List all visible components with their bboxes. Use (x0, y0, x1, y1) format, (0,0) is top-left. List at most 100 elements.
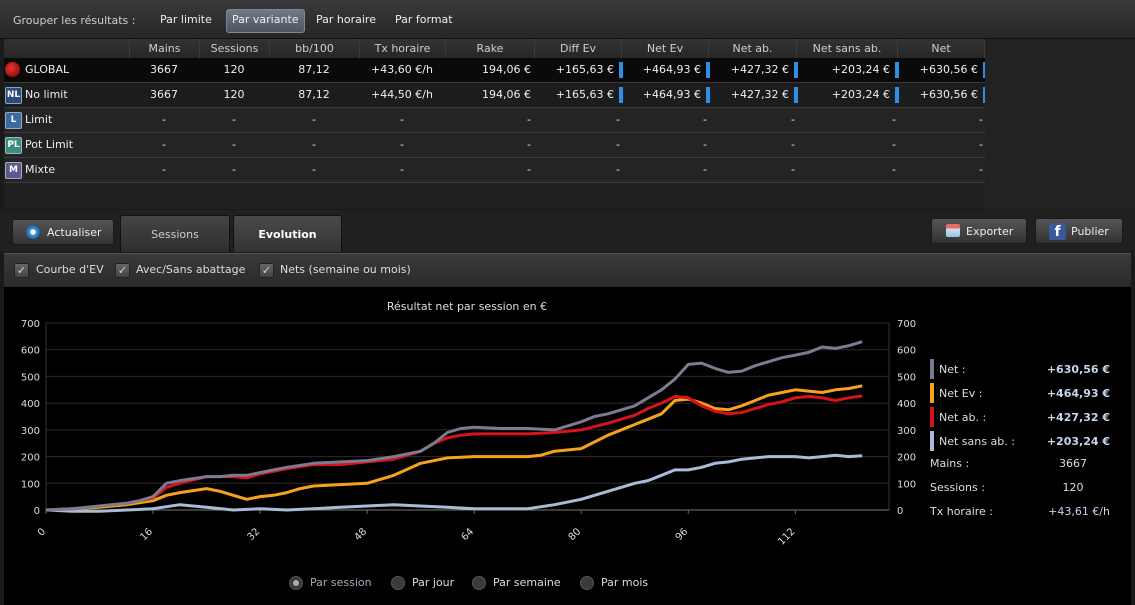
cell-rake: 194,06 € (482, 88, 531, 101)
cell-rake: 194,06 € (482, 63, 531, 76)
cell-bb100: - (312, 113, 316, 126)
legend-item-net: Net : +630,56 € (928, 359, 1128, 383)
ev-curve-label: Courbe d'EV (36, 263, 104, 276)
pot-limit-badge-icon: PL (5, 137, 22, 154)
cell-sessions: - (232, 138, 236, 151)
y-tick-label-left: 600 (21, 346, 40, 357)
cell-tx: - (400, 138, 404, 151)
y-tick-label-right: 200 (897, 453, 916, 464)
row-name: Pot Limit (25, 138, 74, 151)
nets-checkbox[interactable]: ✓ (259, 263, 274, 278)
export-button[interactable]: Exporter (931, 218, 1027, 244)
y-tick-label-left: 100 (21, 479, 40, 490)
cell-rake: - (527, 113, 531, 126)
group-by-limit-button[interactable]: Par limite (155, 9, 217, 31)
cell-mains: 3667 (150, 63, 178, 76)
refresh-icon (26, 225, 40, 239)
radio-par-jour-label[interactable]: Par jour (412, 576, 454, 589)
facebook-icon: f (1049, 223, 1066, 240)
cell-net-ab: +427,32 € (730, 88, 789, 101)
mixte-badge-icon: M (5, 162, 22, 179)
series-line-net (45, 340, 863, 512)
col-rake[interactable]: Rake (445, 39, 534, 58)
cell-net-sans-ab: - (892, 163, 896, 176)
radio-par-session[interactable] (289, 576, 303, 590)
col-net-ev[interactable]: Net Ev (621, 39, 708, 58)
x-tick-label: 48 (352, 526, 369, 543)
tab-sessions[interactable]: Sessions (120, 215, 230, 252)
table-row-pot-limit[interactable]: PL Pot Limit - - - - - - - - - - (4, 133, 985, 158)
stat-sessions: Sessions : 120 (928, 479, 1128, 503)
table-row-mixte[interactable]: M Mixte - - - - - - - - - - (4, 158, 985, 183)
table-empty-area (985, 39, 1135, 209)
tab-toolbar: Actualiser Sessions Evolution Exporter f… (0, 210, 1135, 252)
ev-curve-checkbox[interactable]: ✓ (14, 263, 29, 278)
legend-label: Net ab. : (939, 411, 987, 424)
col-net[interactable]: Net (897, 39, 985, 58)
group-by-hour-button[interactable]: Par horaire (311, 9, 381, 31)
table-row-no-limit[interactable]: NL No limit 3667 120 87,12 +44,50 €/h 19… (4, 83, 987, 108)
cell-tx: +43,60 €/h (371, 63, 433, 76)
group-by-variant-button[interactable]: Par variante (226, 9, 305, 33)
cell-bb100: - (312, 163, 316, 176)
group-by-format-button[interactable]: Par format (390, 9, 458, 31)
limit-badge-icon: L (5, 112, 22, 129)
legend-value: +464,93 € (1046, 387, 1110, 400)
cell-net: - (979, 138, 983, 151)
legend-item-net-ab: Net ab. : +427,32 € (928, 407, 1128, 431)
cell-tx: - (400, 163, 404, 176)
x-tick-label: 80 (567, 526, 584, 543)
radio-par-semaine[interactable] (472, 576, 486, 590)
with-without-checkbox[interactable]: ✓ (115, 263, 130, 278)
results-table: Mains Sessions bb/100 Tx horaire Rake Di… (4, 39, 987, 209)
radio-par-session-label[interactable]: Par session (310, 576, 372, 589)
row-name: Mixte (25, 163, 56, 176)
y-tick-label-right: 700 (897, 319, 916, 330)
cell-net-ab: - (791, 163, 795, 176)
refresh-label: Actualiser (47, 226, 102, 239)
group-bar-label: Grouper les résultats : (13, 14, 136, 27)
nets-label: Nets (semaine ou mois) (280, 263, 411, 276)
col-net-sans-ab[interactable]: Net sans ab. (796, 39, 897, 58)
stat-value: 3667 (1059, 457, 1087, 470)
cell-sessions: - (232, 163, 236, 176)
table-row-global[interactable]: GLOBAL 3667 120 87,12 +43,60 €/h 194,06 … (4, 58, 987, 83)
tab-evolution[interactable]: Evolution (233, 215, 342, 252)
y-tick-label-left: 0 (34, 506, 40, 517)
row-name: GLOBAL (25, 63, 70, 76)
series-line-net-ab- (45, 394, 863, 512)
y-tick-label-right: 600 (897, 346, 916, 357)
legend-item-net-sans-ab: Net sans ab. : +203,24 € (928, 431, 1128, 455)
col-diff-ev[interactable]: Diff Ev (534, 39, 621, 58)
cell-mains: 3667 (150, 88, 178, 101)
radio-par-jour[interactable] (391, 576, 405, 590)
y-tick-label-left: 500 (21, 372, 40, 383)
no-limit-badge-icon: NL (5, 87, 22, 104)
radio-par-semaine-label[interactable]: Par semaine (493, 576, 561, 589)
col-bb100[interactable]: bb/100 (269, 39, 359, 58)
col-tx-horaire[interactable]: Tx horaire (359, 39, 445, 58)
radio-par-mois-label[interactable]: Par mois (601, 576, 648, 589)
legend-label: Net Ev : (939, 387, 983, 400)
table-row-limit[interactable]: L Limit - - - - - - - - - - (4, 108, 985, 133)
chart-legend: Net : +630,56 € Net Ev : +464,93 € Net a… (928, 359, 1128, 527)
stat-mains: Mains : 3667 (928, 455, 1128, 479)
stat-label: Tx horaire : (930, 505, 993, 518)
cell-mains: - (162, 113, 166, 126)
cell-net-ev: +464,93 € (642, 88, 701, 101)
stat-label: Mains : (930, 457, 970, 470)
row-name: No limit (25, 88, 68, 101)
refresh-button[interactable]: Actualiser (12, 219, 114, 245)
col-mains[interactable]: Mains (129, 39, 199, 58)
legend-swatch (930, 431, 934, 451)
col-sessions[interactable]: Sessions (199, 39, 269, 58)
y-tick-label-left: 200 (21, 453, 40, 464)
cell-rake: - (527, 138, 531, 151)
y-tick-label-right: 0 (897, 506, 903, 517)
col-net-ab[interactable]: Net ab. (708, 39, 796, 58)
publish-button[interactable]: f Publier (1035, 218, 1123, 244)
cell-diff-ev: - (616, 163, 620, 176)
cell-net-sans-ab: +203,24 € (831, 88, 890, 101)
radio-par-mois[interactable] (580, 576, 594, 590)
legend-value: +630,56 € (1046, 363, 1110, 376)
